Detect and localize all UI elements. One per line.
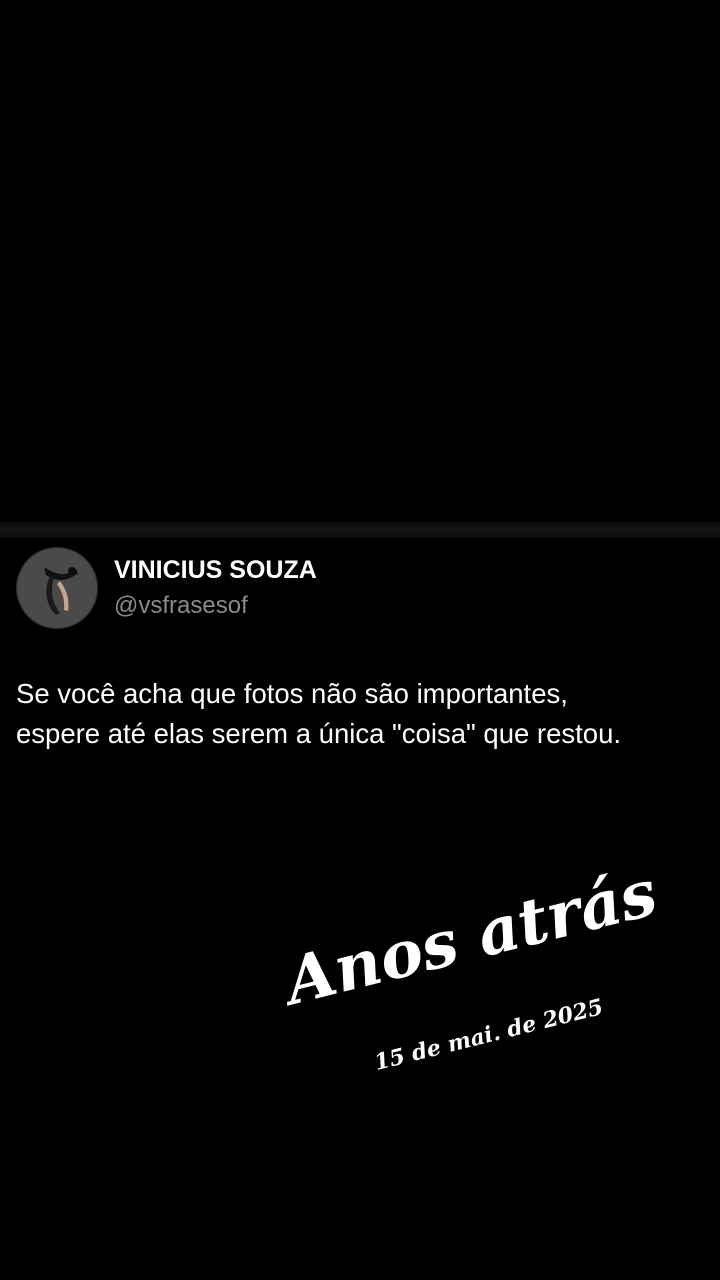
avatar[interactable] <box>16 547 98 629</box>
author-handle[interactable]: @vsfrasesof <box>114 592 248 620</box>
memory-sticker[interactable]: Anos atrás 15 de mai. de 2025 <box>278 855 700 1145</box>
tweet-text-line: Se você acha que fotos não são important… <box>16 678 568 709</box>
sticker-date: 15 de mai. de 2025 <box>371 993 606 1076</box>
avatar-image <box>16 547 98 629</box>
author-name[interactable]: VINICIUS SOUZA <box>114 556 317 585</box>
divider <box>0 522 720 538</box>
tweet-text: Se você acha que fotos não são important… <box>16 674 716 754</box>
tweet-text-line: espere até elas serem a única "coisa" qu… <box>16 718 621 749</box>
tweet-card[interactable]: VINICIUS SOUZA @vsfrasesof Se você acha … <box>0 538 720 788</box>
